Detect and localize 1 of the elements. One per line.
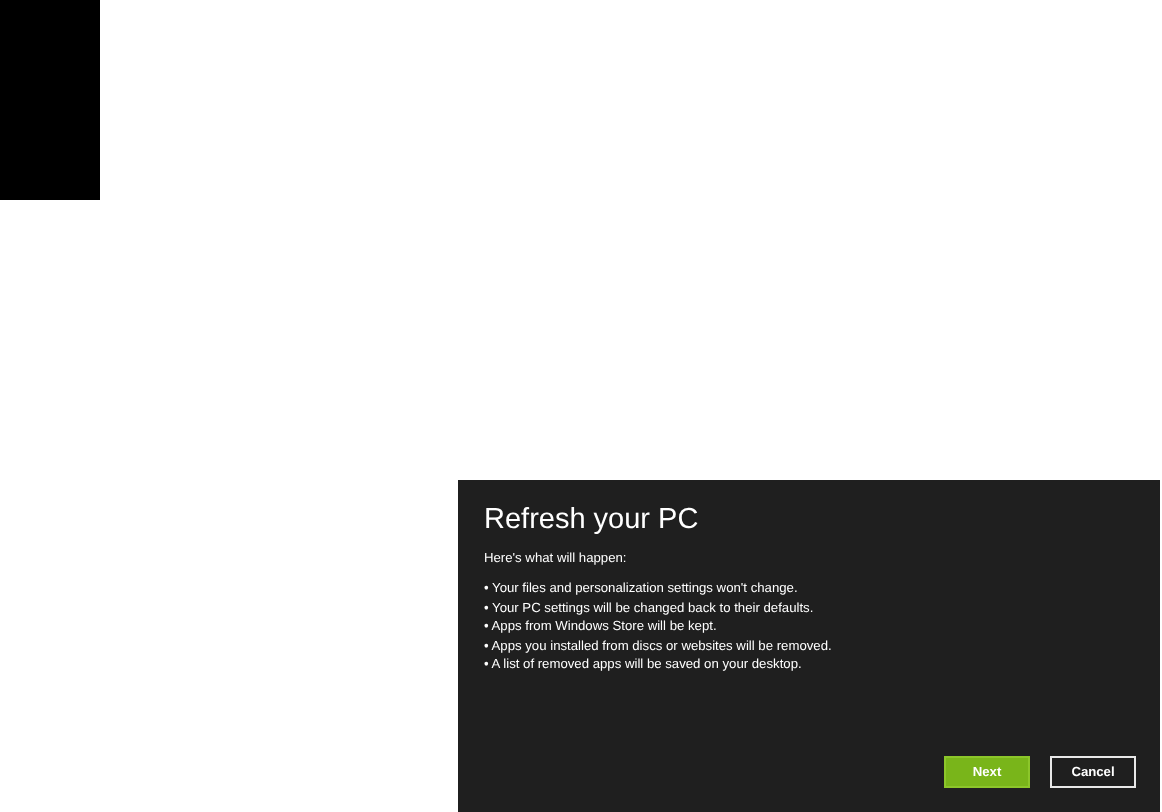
dialog-title: Refresh your PC — [484, 502, 701, 538]
